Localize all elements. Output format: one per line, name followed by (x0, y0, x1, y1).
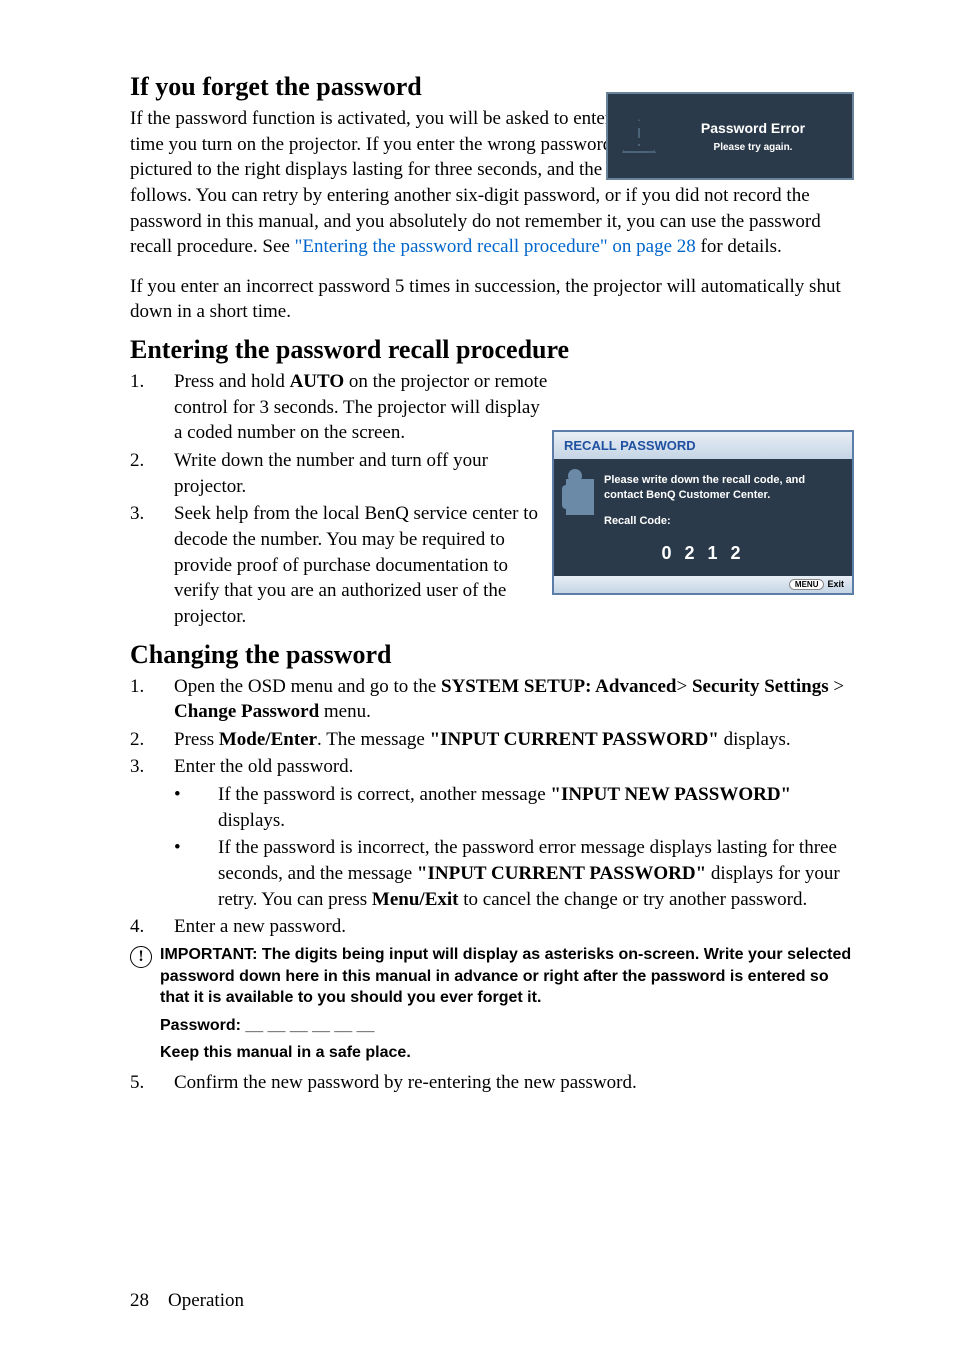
password-error-dialog: Password Error Please try again. (606, 92, 854, 180)
important-icon (130, 946, 152, 968)
error-title: Password Error (668, 120, 838, 136)
warning-triangle-icon (622, 119, 656, 153)
person-icon (566, 479, 594, 515)
change-step-1: 1.Open the OSD menu and go to the SYSTEM… (130, 674, 854, 725)
page-number: 28 (130, 1290, 149, 1311)
change-step-3: 3.Enter the old password. (130, 754, 854, 780)
recall-step-2: 2.Write down the number and turn off you… (130, 448, 550, 499)
para-forget-2: If you enter an incorrect password 5 tim… (130, 274, 854, 325)
password-blank-line: Password: __ __ __ __ __ __ (160, 1015, 854, 1037)
keep-manual-note: Keep this manual in a safe place. (160, 1042, 854, 1064)
menu-button-label: MENU (789, 579, 825, 590)
change-sub-2: •If the password is incorrect, the passw… (174, 835, 854, 912)
change-step-4: 4.Enter a new password. (130, 914, 854, 940)
recall-footer: MENUExit (554, 576, 852, 593)
recall-step-1: 1.Press and hold AUTO on the projector o… (130, 369, 550, 446)
change-step-2: 2.Press Mode/Enter. The message "INPUT C… (130, 727, 854, 753)
recall-step-3: 3.Seek help from the local BenQ service … (130, 501, 550, 629)
recall-password-dialog: RECALL PASSWORD Please write down the re… (552, 430, 854, 595)
link-recall-procedure[interactable]: "Entering the password recall procedure"… (295, 236, 696, 257)
recall-msg-2: Recall Code: (604, 514, 840, 529)
heading-recall-procedure: Entering the password recall procedure (130, 335, 854, 365)
important-note-1: IMPORTANT: The digits being input will d… (160, 944, 854, 1009)
heading-changing-password: Changing the password (130, 640, 854, 670)
recall-msg-1: Please write down the recall code, and c… (604, 473, 840, 504)
recall-code-value: 0 2 1 2 (554, 535, 852, 576)
exit-label: Exit (827, 579, 844, 589)
error-subtitle: Please try again. (668, 142, 838, 153)
page-footer: 28 Operation (130, 1290, 244, 1312)
section-label: Operation (168, 1290, 244, 1311)
change-sub-1: •If the password is correct, another mes… (174, 782, 854, 833)
change-step-5: 5.Confirm the new password by re-enterin… (130, 1070, 854, 1096)
recall-header: RECALL PASSWORD (554, 432, 852, 459)
